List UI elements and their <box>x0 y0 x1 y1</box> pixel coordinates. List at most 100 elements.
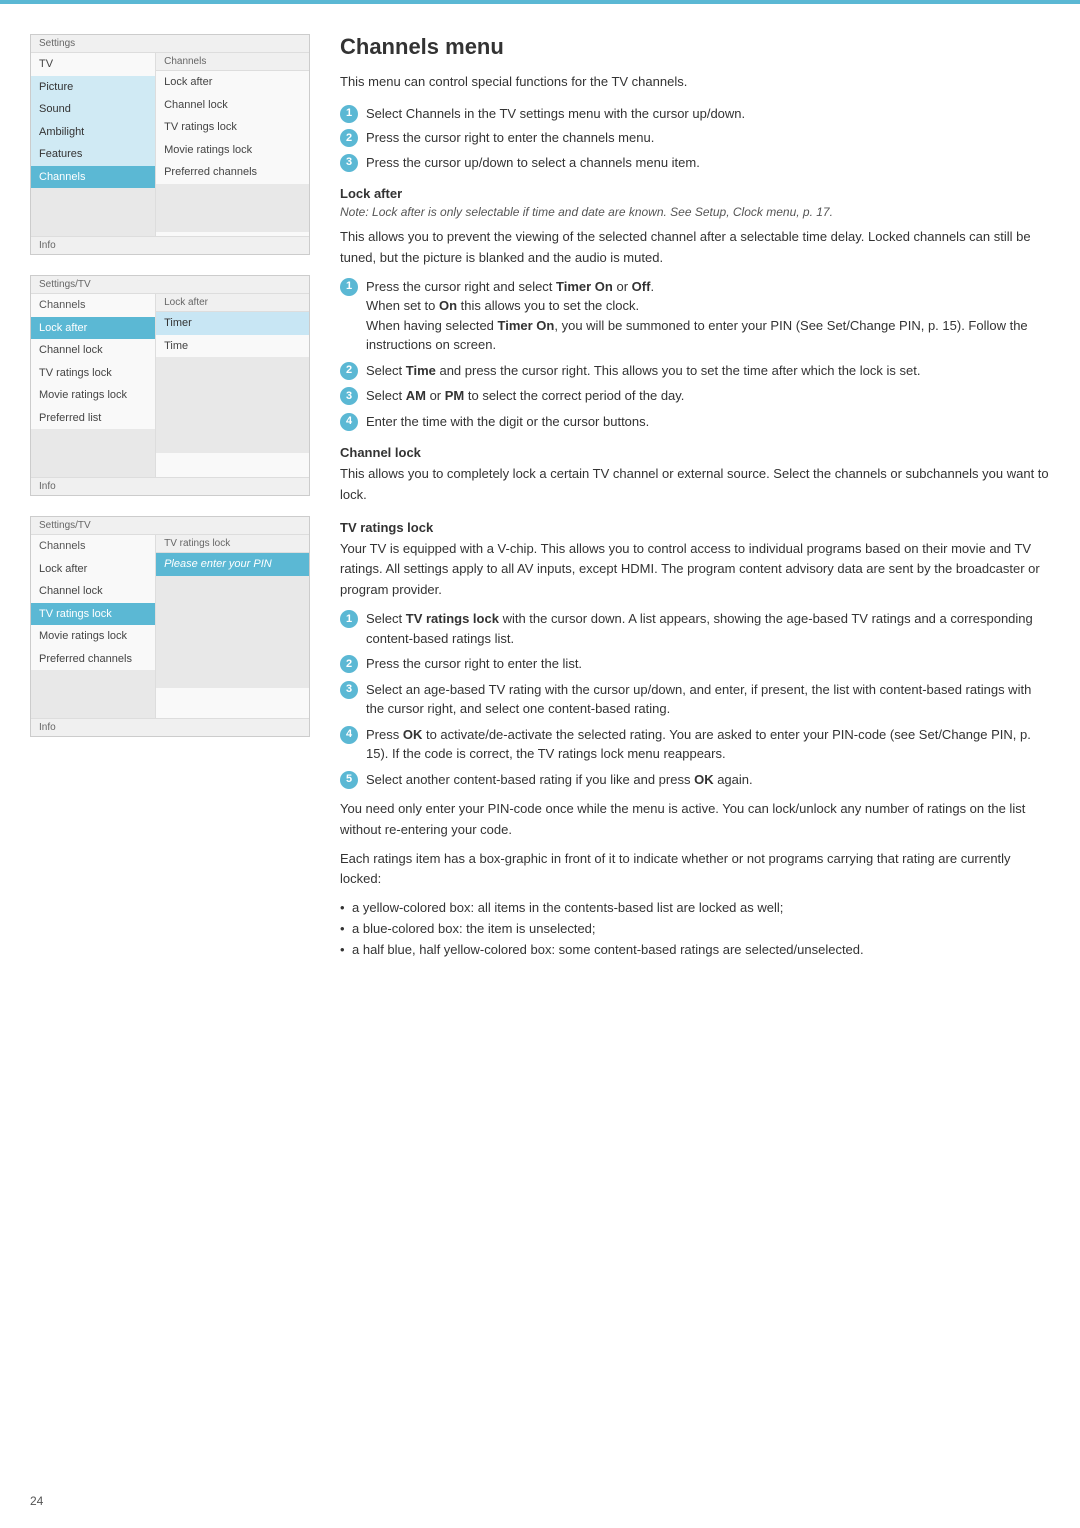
menu-box-2: Settings/TV Channels Lock after Channel … <box>30 275 310 496</box>
menu-item-empty <box>31 686 155 702</box>
step-num: 3 <box>340 681 358 699</box>
main-step-1: 1 Select Channels in the TV settings men… <box>340 104 1050 124</box>
step-text: Select an age-based TV rating with the c… <box>366 680 1050 719</box>
right-item: Movie ratings lock <box>156 139 309 162</box>
section-lock-after: Lock after Note: Lock after is only sele… <box>340 186 1050 431</box>
menu-item-empty <box>31 204 155 220</box>
step-text: Select Time and press the cursor right. … <box>366 361 1050 381</box>
menu-item: Picture <box>31 76 155 99</box>
step-text-1: Select Channels in the TV settings menu … <box>366 104 745 124</box>
menu-item: Lock after <box>31 558 155 581</box>
right-item: TV ratings lock <box>156 116 309 139</box>
step-text: Enter the time with the digit or the cur… <box>366 412 1050 432</box>
lockafter-step-1: 1 Press the cursor right and select Time… <box>340 277 1050 355</box>
right-item-empty <box>156 216 309 232</box>
menu-item: Preferred channels <box>31 648 155 671</box>
left-column: Settings TV Picture Sound Ambilight Feat… <box>30 34 310 971</box>
menu-left-3: Channels Lock after Channel lock TV rati… <box>31 535 156 718</box>
menu-footer-3: Info <box>31 718 309 736</box>
step-num-2: 2 <box>340 129 358 147</box>
tvratings-step-2: 2 Press the cursor right to enter the li… <box>340 654 1050 674</box>
menu-item: Channel lock <box>31 339 155 362</box>
right-item-empty <box>156 200 309 216</box>
tvratings-step-1: 1 Select TV ratings lock with the cursor… <box>340 609 1050 648</box>
step-num: 2 <box>340 362 358 380</box>
step-text: Press the cursor right and select Timer … <box>366 277 1050 355</box>
bullet-item: a yellow-colored box: all items in the c… <box>340 898 1050 919</box>
right-item-empty <box>156 592 309 608</box>
step-text: Select TV ratings lock with the cursor d… <box>366 609 1050 648</box>
menu-box-1: Settings TV Picture Sound Ambilight Feat… <box>30 34 310 255</box>
step-text: Press OK to activate/de-activate the sel… <box>366 725 1050 764</box>
body-tvratings-intro: Your TV is equipped with a V-chip. This … <box>340 539 1050 601</box>
step-num: 2 <box>340 655 358 673</box>
step-num: 4 <box>340 413 358 431</box>
step-text-3: Press the cursor up/down to select a cha… <box>366 153 700 173</box>
right-item-empty <box>156 576 309 592</box>
bullet-list: a yellow-colored box: all items in the c… <box>340 898 1050 960</box>
menu-right-3: TV ratings lock Please enter your PIN <box>156 535 309 718</box>
main-step-2: 2 Press the cursor right to enter the ch… <box>340 128 1050 148</box>
right-item-empty <box>156 357 309 373</box>
right-item-empty <box>156 672 309 688</box>
page-number: 24 <box>30 1494 43 1508</box>
menu-footer-2: Info <box>31 477 309 495</box>
right-panel-header: TV ratings lock <box>156 535 309 553</box>
menu-item-empty <box>31 220 155 236</box>
right-item-empty <box>156 184 309 200</box>
section-heading-lockafter: Lock after <box>340 186 1050 201</box>
body-channellock: This allows you to completely lock a cer… <box>340 464 1050 506</box>
step-num: 3 <box>340 387 358 405</box>
tvratings-steps: 1 Select TV ratings lock with the cursor… <box>340 609 1050 789</box>
right-item-empty <box>156 373 309 389</box>
step-num: 1 <box>340 278 358 296</box>
menu-item-empty <box>31 461 155 477</box>
menu-item: Channel lock <box>31 580 155 603</box>
menu-item-empty <box>31 702 155 718</box>
menu-item: Ambilight <box>31 121 155 144</box>
right-item: Lock after <box>156 71 309 94</box>
menu-header-1: Settings <box>31 35 309 53</box>
section-channel-lock: Channel lock This allows you to complete… <box>340 445 1050 506</box>
right-panel-header: Lock after <box>156 294 309 312</box>
main-steps: 1 Select Channels in the TV settings men… <box>340 104 1050 173</box>
tvratings-step-3: 3 Select an age-based TV rating with the… <box>340 680 1050 719</box>
right-item-empty <box>156 405 309 421</box>
step-text: Select another content-based rating if y… <box>366 770 1050 790</box>
menu-item: Features <box>31 143 155 166</box>
right-column: Channels menu This menu can control spec… <box>340 34 1050 971</box>
menu-left-1: TV Picture Sound Ambilight Features Chan… <box>31 53 156 236</box>
right-panel-header: Channels <box>156 53 309 71</box>
lockafter-step-2: 2 Select Time and press the cursor right… <box>340 361 1050 381</box>
page-title: Channels menu <box>340 34 1050 60</box>
step-num: 5 <box>340 771 358 789</box>
menu-item-tvratings: TV ratings lock <box>31 603 155 626</box>
right-item-empty <box>156 389 309 405</box>
step-num-3: 3 <box>340 154 358 172</box>
section-note-lockafter: Note: Lock after is only selectable if t… <box>340 205 1050 219</box>
tvratings-step-5: 5 Select another content-based rating if… <box>340 770 1050 790</box>
body-lockafter: This allows you to prevent the viewing o… <box>340 227 1050 269</box>
menu-left-2: Channels Lock after Channel lock TV rati… <box>31 294 156 477</box>
menu-item: Movie ratings lock <box>31 384 155 407</box>
right-item-empty <box>156 437 309 453</box>
menu-right-1: Channels Lock after Channel lock TV rati… <box>156 53 309 236</box>
menu-item-channels: Channels <box>31 166 155 189</box>
menu-box-3: Settings/TV Channels Lock after Channel … <box>30 516 310 737</box>
tvratings-step-4: 4 Press OK to activate/de-activate the s… <box>340 725 1050 764</box>
right-item: Preferred channels <box>156 161 309 184</box>
menu-item: TV <box>31 53 155 76</box>
right-item-empty <box>156 640 309 656</box>
step-text: Select AM or PM to select the correct pe… <box>366 386 1050 406</box>
step-text-2: Press the cursor right to enter the chan… <box>366 128 654 148</box>
body-tvratings-after1: You need only enter your PIN-code once w… <box>340 799 1050 841</box>
right-item-time: Time <box>156 335 309 358</box>
menu-item: Preferred list <box>31 407 155 430</box>
section-heading-tvratings: TV ratings lock <box>340 520 1050 535</box>
section-heading-channellock: Channel lock <box>340 445 1050 460</box>
menu-right-2: Lock after Timer Time <box>156 294 309 477</box>
right-item-empty <box>156 608 309 624</box>
menu-item: Movie ratings lock <box>31 625 155 648</box>
lockafter-step-3: 3 Select AM or PM to select the correct … <box>340 386 1050 406</box>
menu-header-2: Settings/TV <box>31 276 309 294</box>
